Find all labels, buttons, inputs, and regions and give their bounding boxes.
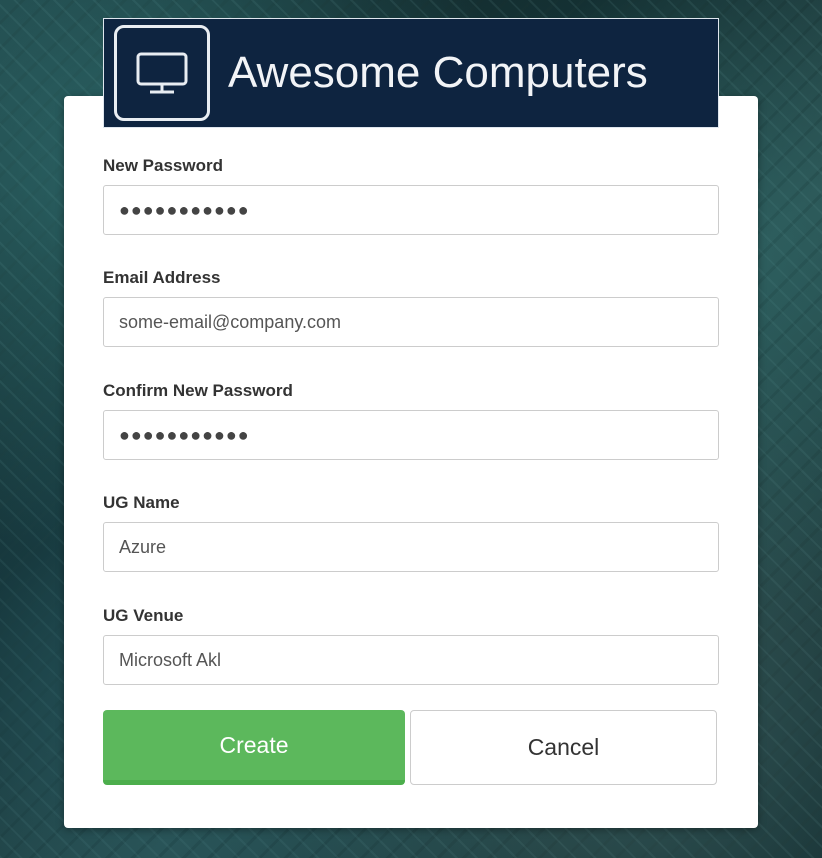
confirm-password-input[interactable] [103, 410, 719, 460]
brand-logo: Awesome Computers [103, 18, 719, 128]
ug-venue-input[interactable] [103, 635, 719, 685]
ug-name-input[interactable] [103, 522, 719, 572]
email-label: Email Address [103, 268, 221, 287]
new-password-input[interactable] [103, 185, 719, 235]
new-password-label: New Password [103, 156, 223, 175]
create-button[interactable]: Create [103, 710, 405, 785]
ug-venue-label: UG Venue [103, 606, 184, 625]
ug-name-label: UG Name [103, 493, 180, 512]
cancel-button[interactable]: Cancel [410, 710, 717, 785]
email-input[interactable] [103, 297, 719, 347]
monitor-icon [114, 25, 210, 121]
brand-name: Awesome Computers [228, 48, 648, 97]
confirm-password-label: Confirm New Password [103, 381, 293, 400]
